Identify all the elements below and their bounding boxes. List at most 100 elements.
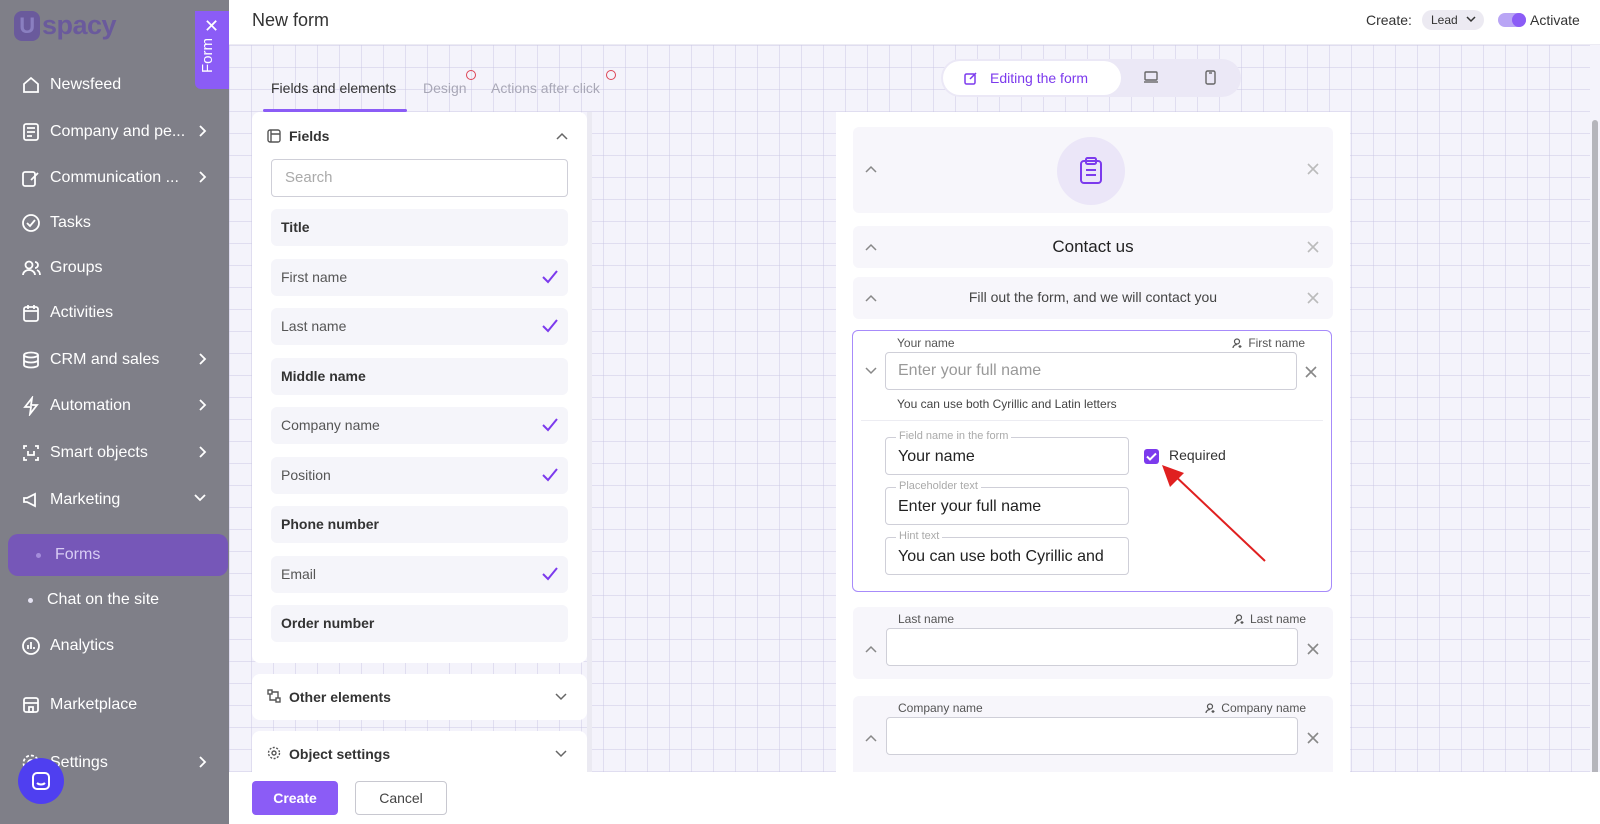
close-icon[interactable] (1307, 163, 1319, 175)
clipboard-icon (1080, 157, 1102, 184)
form-icon-block[interactable] (853, 127, 1333, 213)
book-icon (20, 121, 42, 143)
field-item-company-name[interactable]: Company name (271, 407, 568, 444)
fields-panel-header[interactable]: Fields (267, 128, 329, 144)
database-icon (20, 349, 42, 371)
brand-logo[interactable]: Uspacy (14, 10, 117, 41)
placeholder-setting[interactable]: Placeholder text Enter your full name (885, 480, 1129, 525)
sidebar-item-label: Chat on the site (47, 591, 160, 608)
last-name-field-block[interactable]: Last name Last name (853, 607, 1333, 679)
mapped-field-label: First name (1248, 336, 1305, 350)
desktop-preview-icon[interactable] (1144, 71, 1158, 83)
chevron-up-icon[interactable] (556, 132, 568, 140)
company-name-field-block[interactable]: Company name Company name (853, 696, 1333, 772)
pen-icon (20, 167, 42, 189)
close-icon[interactable] (1307, 732, 1319, 744)
company-name-input[interactable] (886, 717, 1298, 755)
other-elements-section[interactable]: Other elements (252, 674, 587, 720)
sidebar-item-label: Marketplace (50, 696, 138, 713)
home-icon (20, 74, 42, 96)
fields-icon (267, 129, 281, 143)
form-title-block[interactable]: Contact us (853, 226, 1333, 268)
field-item-label: First name (281, 269, 348, 285)
panel-scrollbar[interactable] (587, 112, 592, 772)
your-name-input[interactable]: Enter your full name (885, 352, 1297, 390)
sidebar-item-marketing[interactable]: Marketing (0, 480, 229, 520)
fields-search-input[interactable]: Search (271, 159, 568, 197)
activate-toggle[interactable] (1498, 13, 1526, 27)
close-icon[interactable] (1307, 643, 1319, 655)
sidebar-item-marketplace[interactable]: Marketplace (0, 685, 229, 725)
field-item-order-number[interactable]: Order number (271, 605, 568, 642)
create-label: Create: (1366, 12, 1412, 28)
mapped-field: First name (1232, 336, 1305, 350)
close-icon[interactable]: ✕ (204, 17, 219, 35)
chevron-up-icon[interactable] (865, 734, 877, 742)
form-tab-label: Form (199, 38, 216, 73)
field-item-last-name[interactable]: Last name (271, 308, 568, 345)
sidebar-item-activities[interactable]: Activities (0, 293, 229, 333)
tab-actions-after-click[interactable]: Actions after click (491, 80, 600, 96)
required-label[interactable]: Required (1169, 447, 1226, 463)
placeholder-legend: Placeholder text (896, 480, 981, 492)
sidebar-item-label: Communication ... (50, 169, 179, 186)
sidebar-item-groups[interactable]: Groups (0, 248, 229, 288)
form-subtitle-block[interactable]: Fill out the form, and we will contact y… (853, 277, 1333, 319)
editing-mode-button[interactable]: Editing the form (943, 61, 1121, 95)
close-icon[interactable] (1305, 366, 1317, 378)
field-item-first-name[interactable]: First name (271, 259, 568, 296)
page-title: New form (252, 10, 330, 30)
field-item-label: Order number (281, 615, 375, 631)
chevron-down-icon (194, 494, 206, 502)
dot-icon (28, 597, 33, 603)
page-scrollbar[interactable] (1590, 45, 1600, 775)
shapes-icon (267, 689, 281, 703)
chart-icon (20, 635, 42, 657)
sidebar-item-label: Groups (50, 259, 103, 276)
activate-label: Activate (1530, 12, 1580, 28)
sidebar-item-chat[interactable]: Chat on the site (0, 580, 229, 620)
sidebar-item-label: Smart objects (50, 444, 148, 461)
required-checkbox[interactable] (1144, 449, 1159, 464)
object-settings-section[interactable]: Object settings (252, 731, 587, 772)
field-item-middle-name[interactable]: Middle name (271, 358, 568, 395)
chevron-right-icon (199, 171, 207, 183)
field-item-label: Company name (281, 417, 380, 433)
chevron-down-icon[interactable] (865, 367, 877, 375)
sidebar-item-company[interactable]: Company and pe... (0, 112, 229, 152)
last-name-input[interactable] (886, 628, 1298, 666)
mobile-preview-icon[interactable] (1205, 70, 1216, 85)
field-name-value: Your name (898, 448, 975, 465)
field-item-title[interactable]: Title (271, 209, 568, 246)
cancel-button[interactable]: Cancel (355, 781, 447, 815)
close-icon[interactable] (1307, 292, 1319, 304)
clipboard-icon-circle (1057, 137, 1125, 205)
sidebar-item-smart-objects[interactable]: Smart objects (0, 433, 229, 473)
field-name-setting[interactable]: Field name in the form Your name (885, 430, 1129, 475)
sidebar-item-forms[interactable]: Forms (8, 534, 228, 576)
field-item-position[interactable]: Position (271, 457, 568, 494)
hint-setting[interactable]: Hint text You can use both Cyrillic and (885, 530, 1129, 575)
support-chat-button[interactable] (18, 758, 64, 804)
form-panel-tab[interactable]: ✕ Form (195, 11, 229, 89)
sidebar-item-analytics[interactable]: Analytics (0, 626, 229, 666)
create-type-select[interactable]: Lead (1422, 10, 1484, 30)
smart-object-icon (20, 442, 42, 464)
tab-design[interactable]: Design (423, 80, 467, 96)
sidebar-item-tasks[interactable]: Tasks (0, 203, 229, 243)
check-icon (542, 418, 558, 432)
sidebar-item-crm[interactable]: CRM and sales (0, 340, 229, 380)
field-item-phone-number[interactable]: Phone number (271, 506, 568, 543)
sidebar-item-communication[interactable]: Communication ... (0, 158, 229, 198)
field-item-email[interactable]: Email (271, 556, 568, 593)
create-button[interactable]: Create (252, 781, 338, 815)
sidebar-item-label: Newsfeed (50, 76, 122, 93)
chevron-up-icon[interactable] (865, 645, 877, 653)
store-icon (20, 694, 42, 716)
form-title: Contact us (1052, 237, 1134, 256)
chevron-up-icon[interactable] (865, 165, 877, 173)
close-icon[interactable] (1307, 241, 1319, 253)
scrollbar-thumb[interactable] (1592, 120, 1598, 775)
sidebar-item-automation[interactable]: Automation (0, 386, 229, 426)
tab-fields-and-elements[interactable]: Fields and elements (271, 80, 396, 96)
